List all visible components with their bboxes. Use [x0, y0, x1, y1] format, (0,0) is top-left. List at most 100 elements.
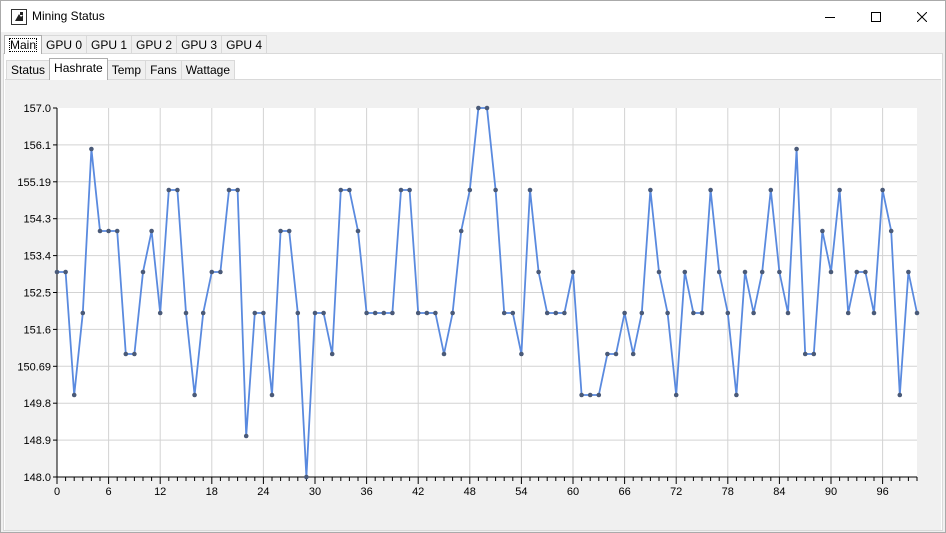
data-point: [269, 392, 275, 398]
data-point: [312, 310, 318, 316]
data-point: [132, 351, 137, 357]
tab-gpu-1[interactable]: GPU 1: [86, 35, 133, 54]
data-point: [106, 228, 111, 234]
data-point: [192, 392, 197, 398]
data-point: [828, 269, 834, 275]
data-point: [381, 310, 387, 316]
data-point: [888, 228, 894, 234]
x-tick-label: 72: [670, 486, 682, 498]
data-point: [708, 187, 713, 193]
data-point: [553, 310, 559, 316]
tab-gpu-3[interactable]: GPU 3: [176, 35, 223, 54]
data-point: [854, 269, 860, 275]
data-point: [622, 310, 627, 316]
data-point: [587, 392, 593, 398]
data-point: [80, 310, 86, 316]
data-point: [871, 310, 877, 316]
data-point: [89, 146, 94, 152]
x-tick-label: 12: [154, 486, 166, 498]
data-point: [570, 269, 576, 275]
data-point: [914, 310, 920, 316]
data-point: [226, 187, 232, 193]
data-point: [596, 392, 602, 398]
tab-hashrate[interactable]: Hashrate: [49, 58, 108, 80]
x-tick-label: 54: [515, 486, 527, 498]
data-point: [476, 105, 481, 111]
data-point: [691, 310, 696, 316]
tab-main[interactable]: Main: [4, 35, 43, 54]
x-tick-label: 18: [206, 486, 218, 498]
x-tick-label: 24: [257, 486, 269, 498]
data-point: [166, 187, 172, 193]
tab-gpu-0[interactable]: GPU 0: [41, 35, 88, 54]
minimize-button[interactable]: [807, 1, 853, 32]
x-tick-label: 66: [618, 486, 630, 498]
device-tabs: Main GPU 0 GPU 1 GPU 2 GPU 3 GPU 4: [4, 35, 268, 54]
data-point: [562, 310, 567, 316]
y-tick-label: 150.69: [17, 361, 51, 373]
maximize-button[interactable]: [853, 1, 899, 32]
close-icon: [917, 11, 927, 22]
title-bar[interactable]: Mining Status: [1, 1, 945, 32]
x-tick-label: 36: [360, 486, 372, 498]
x-tick-label: 84: [773, 486, 785, 498]
data-point: [519, 351, 524, 357]
data-point: [295, 310, 301, 316]
main-tab-panel: Status Hashrate Temp Fans Wattage 148.0 1…: [3, 53, 943, 531]
data-point: [630, 351, 636, 357]
data-point: [338, 187, 344, 193]
data-point: [837, 187, 842, 193]
hashrate-chart: 148.0 148.9 149.8 150.69 151.6 152.5 153.4 154.…: [17, 103, 920, 498]
tab-gpu-2[interactable]: GPU 2: [131, 35, 178, 54]
data-point: [820, 228, 825, 234]
close-button[interactable]: [899, 1, 945, 32]
data-point: [149, 228, 154, 234]
app-icon: [11, 9, 27, 25]
data-point: [716, 269, 722, 275]
data-point: [252, 310, 258, 316]
data-point: [424, 310, 430, 316]
x-tick-label: 0: [54, 486, 60, 498]
window-title: Mining Status: [32, 9, 105, 23]
data-point: [286, 228, 292, 234]
data-point: [218, 269, 223, 275]
tab-status[interactable]: Status: [6, 60, 51, 80]
data-point: [304, 474, 309, 480]
data-point: [415, 310, 421, 316]
y-tick-label: 157.0: [23, 103, 51, 115]
data-point: [484, 105, 490, 111]
y-tick-label: 155.19: [17, 177, 51, 189]
data-point: [243, 433, 249, 439]
data-point: [458, 228, 464, 234]
data-point: [390, 310, 395, 316]
data-point: [544, 310, 550, 316]
data-point: [450, 310, 455, 316]
data-point: [355, 228, 361, 234]
data-point: [493, 187, 498, 193]
data-point: [656, 269, 662, 275]
x-tick-label: 30: [309, 486, 321, 498]
hashrate-panel: 148.0 148.9 149.8 150.69 151.6 152.5 153.4 154.…: [5, 79, 941, 530]
data-point: [880, 187, 885, 193]
y-tick-label: 148.9: [23, 435, 51, 447]
data-point: [613, 351, 619, 357]
y-tick-label: 154.3: [23, 214, 51, 226]
data-point: [157, 310, 163, 316]
tab-gpu-4[interactable]: GPU 4: [221, 35, 268, 54]
x-tick-label: 6: [106, 486, 112, 498]
x-tick-label: 96: [876, 486, 888, 498]
data-point: [235, 187, 240, 193]
x-tick-label: 60: [567, 486, 579, 498]
data-point: [329, 351, 335, 357]
tab-fans[interactable]: Fans: [145, 60, 182, 80]
tab-wattage[interactable]: Wattage: [180, 60, 236, 80]
x-tick-label: 48: [464, 486, 476, 498]
y-tick-label: 149.8: [23, 398, 51, 410]
data-point: [845, 310, 851, 316]
tab-temp[interactable]: Temp: [106, 60, 147, 80]
data-point: [527, 187, 533, 193]
data-point: [725, 310, 731, 316]
data-point: [536, 269, 541, 275]
data-point: [639, 310, 645, 316]
data-point: [433, 310, 438, 316]
